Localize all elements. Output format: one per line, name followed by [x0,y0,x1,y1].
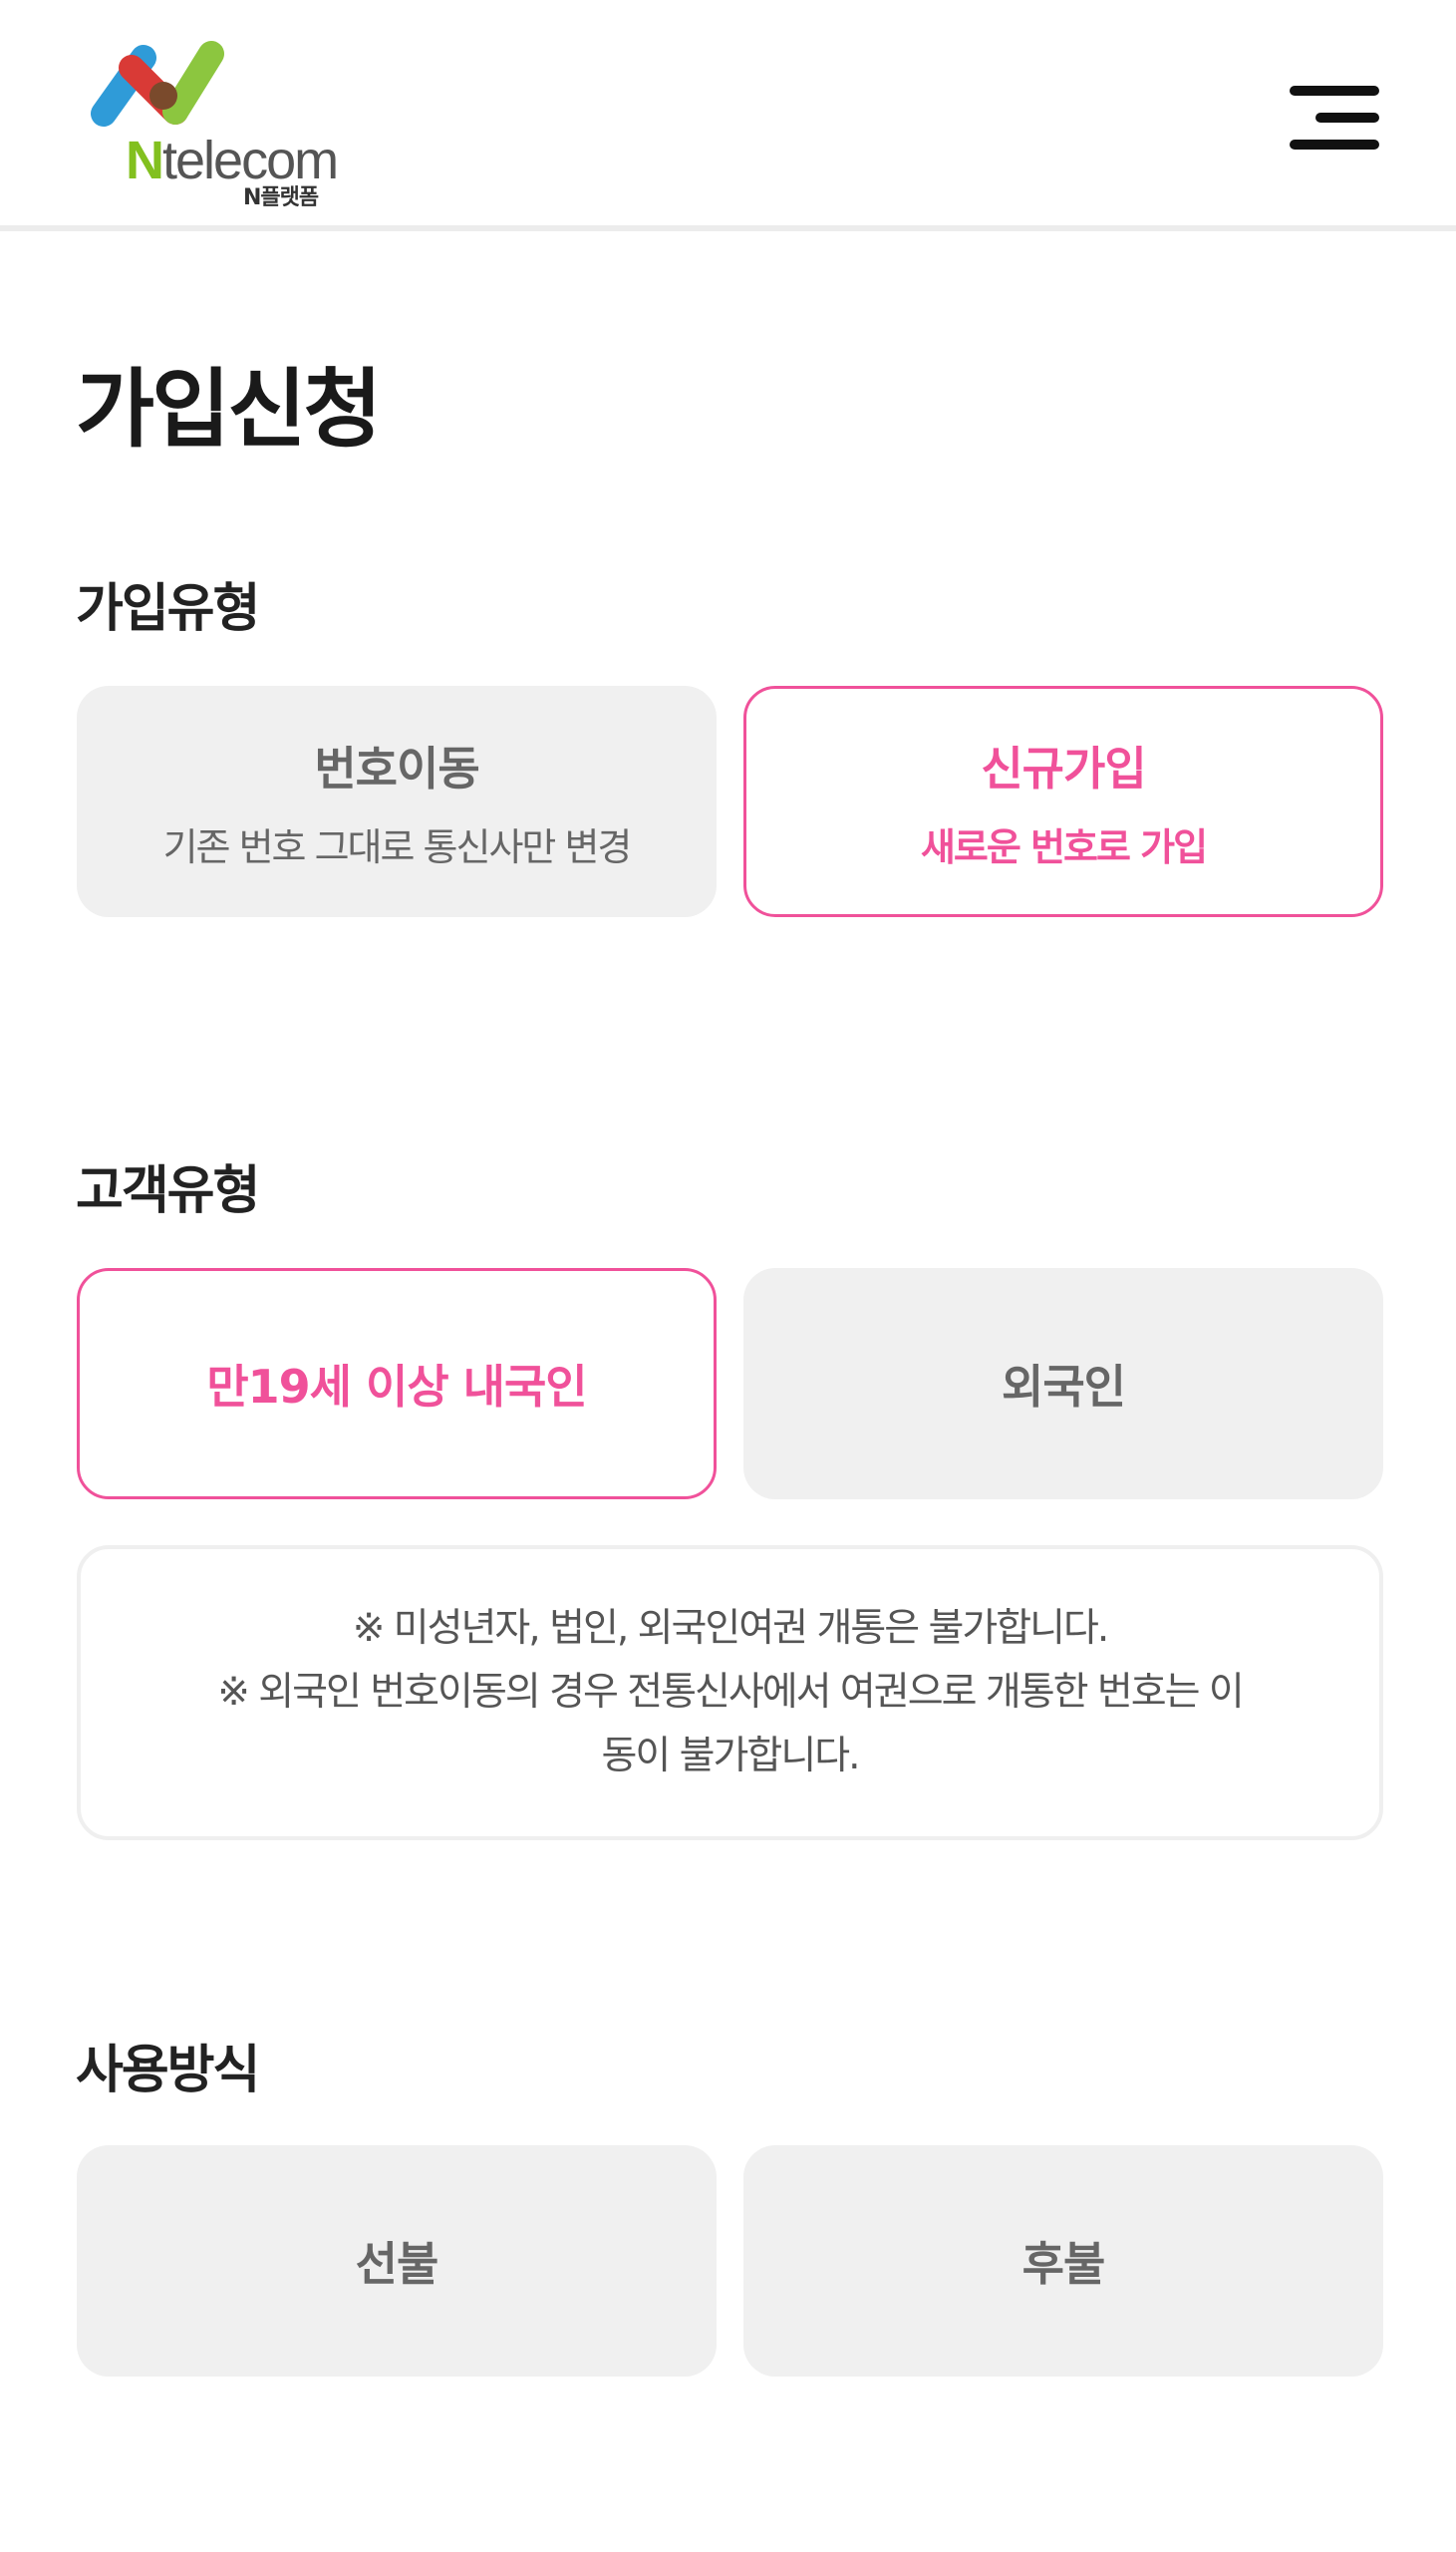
option-label: 신규가입 [981,741,1146,796]
option-description: 새로운 번호로 가입 [920,824,1208,869]
menu-line [1315,113,1379,123]
option-number-port[interactable]: 번호이동 기존 번호 그대로 통신사만 변경 [77,686,717,917]
usage-type-title: 사용방식 [76,2041,260,2100]
header: Ntelecom N플랫폼 [0,0,1456,231]
join-type-title: 가입유형 [76,579,260,639]
customer-type-notice: ※ 미성년자, 법인, 외국인여권 개통은 불가합니다. ※ 외국인 번호이동의… [77,1545,1383,1840]
hamburger-menu-icon[interactable] [1284,82,1383,154]
option-domestic-adult[interactable]: 만19세 이상 내국인 [77,1268,717,1499]
option-label: 번호이동 [314,741,479,796]
option-postpaid[interactable]: 후불 [743,2145,1383,2377]
notice-line: ※ 외국인 번호이동의 경우 전통신사에서 여권으로 개통한 번호는 이 [217,1670,1245,1715]
option-label: 외국인 [1002,1360,1126,1414]
option-label: 후불 [1021,2237,1106,2291]
notice-line: ※ 미성년자, 법인, 외국인여권 개통은 불가합니다. [352,1606,1110,1651]
customer-type-title: 고객유형 [76,1161,260,1221]
menu-line [1290,86,1379,96]
ntelecom-logo[interactable]: Ntelecom N플랫폼 [84,34,343,210]
logo-letter: N [126,131,164,190]
option-foreigner[interactable]: 외국인 [743,1268,1383,1499]
option-label: 선불 [355,2237,439,2291]
notice-line: 동이 불가합니다. [601,1734,861,1778]
option-label: 만19세 이상 내국인 [206,1360,587,1414]
option-description: 기존 번호 그대로 통신사만 변경 [162,824,633,869]
page-title: 가입신청 [76,360,382,460]
option-prepaid[interactable]: 선불 [77,2145,717,2377]
logo-subtitle: N플랫폼 [243,185,319,210]
logo-mark-icon [91,41,224,127]
option-new-signup[interactable]: 신규가입 새로운 번호로 가입 [743,686,1383,917]
menu-line [1290,140,1379,150]
